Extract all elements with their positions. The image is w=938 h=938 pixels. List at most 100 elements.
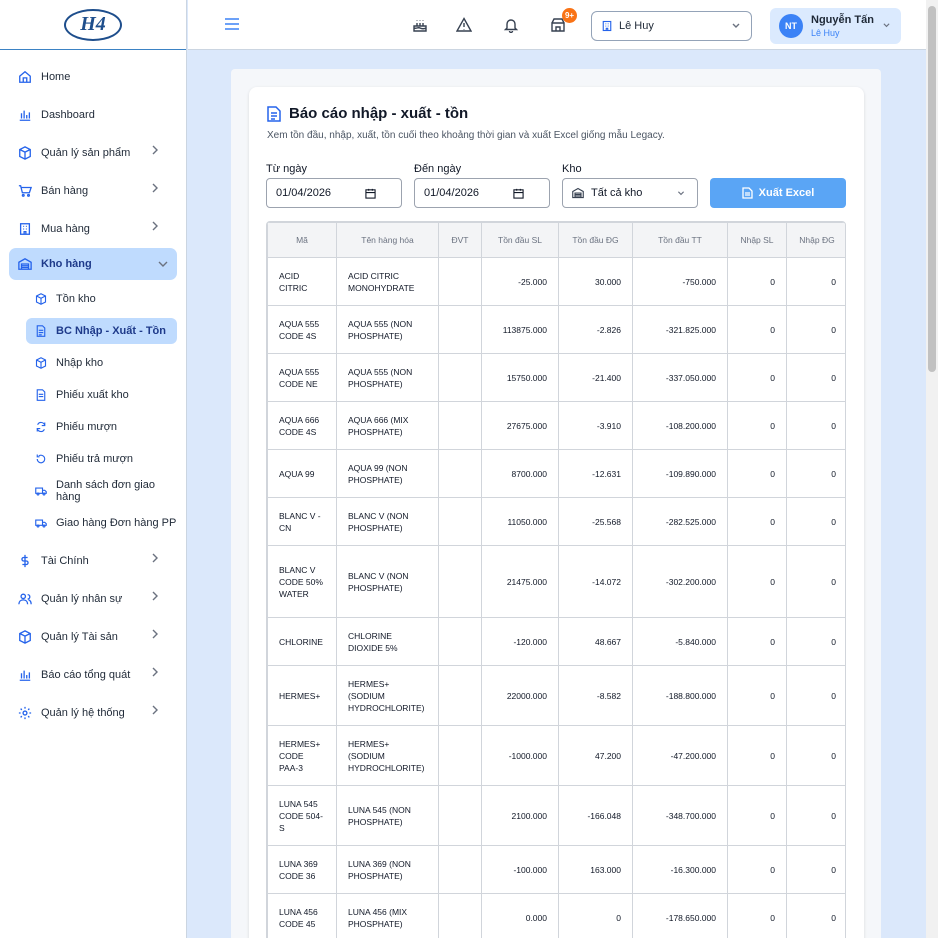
sidebar-item-home[interactable]: Home: [0, 58, 177, 96]
sidebar-item-products[interactable]: Quản lý sản phẩm: [0, 134, 177, 172]
export-excel-button[interactable]: Xuất Excel: [710, 178, 846, 208]
box-icon: [18, 630, 32, 644]
cake-icon[interactable]: [412, 17, 428, 33]
table-cell-ndg: 0: [786, 305, 845, 354]
table-row[interactable]: HERMES+ CODE PAA-3 HERMES+ (SODIUM HYDROC…: [267, 725, 845, 786]
table-row[interactable]: AQUA 555 CODE NE AQUA 555 (NON PHOSPHATE)…: [267, 353, 845, 402]
avatar: NT: [779, 14, 803, 38]
sidebar-subitem-label: Tồn kho: [56, 293, 96, 305]
home-icon: [18, 70, 32, 84]
user-branch: Lê Huy: [811, 28, 840, 38]
table-cell-dg: 0: [558, 893, 633, 938]
table-cell-dg: -2.826: [558, 305, 633, 354]
sidebar-subitem-label: Danh sách đơn giao hàng: [56, 479, 155, 503]
table-cell-ndg: 0: [786, 401, 845, 450]
table-row[interactable]: BLANC V - CN BLANC V (NON PHOSPHATE) 11050…: [267, 497, 845, 546]
sidebar-item-sales[interactable]: Bán hàng: [0, 172, 177, 210]
table-row[interactable]: ACID CITRIC ACID CITRIC MONOHYDRATE -25.00…: [267, 257, 845, 306]
sidebar-subitem-issue[interactable]: Phiếu xuất kho: [0, 379, 177, 411]
report-table-container[interactable]: Mã Tên hàng hóa ĐVT Tồn đầu SL Tồn đầu Đ…: [266, 221, 846, 938]
sidebar-subitem-inventory[interactable]: Tồn kho: [0, 283, 177, 315]
column-header[interactable]: Tồn đầu ĐG: [558, 222, 633, 258]
table-row[interactable]: LUNA 456 CODE 45 LUNA 456 (MIX PHOSPHATE)…: [267, 893, 845, 938]
table-cell-dvt: [438, 893, 482, 938]
sidebar-item-assets[interactable]: Quản lý Tài sản: [0, 618, 177, 656]
table-cell-ten: CHLORINE DIOXIDE 5%: [336, 617, 439, 666]
cube-icon: [35, 357, 47, 369]
truck-icon: [35, 485, 47, 497]
table-row[interactable]: AQUA 555 CODE 4S AQUA 555 (NON PHOSPHATE)…: [267, 305, 845, 354]
branch-select[interactable]: Lê Huy: [591, 11, 752, 41]
warehouse-select-value: Tất cả kho: [591, 187, 643, 199]
table-row[interactable]: LUNA 545 CODE 504-S LUNA 545 (NON PHOSPHA…: [267, 785, 845, 846]
warning-icon[interactable]: [456, 17, 472, 33]
topbar: 9+ Lê Huy NT Nguyễn Tấn Lê Huy: [188, 0, 926, 50]
table-cell-ten: BLANC V (NON PHOSPHATE): [336, 497, 439, 546]
sidebar-item-warehouse[interactable]: Kho hàng: [9, 248, 177, 280]
table-cell-ma: AQUA 99: [267, 449, 337, 498]
sidebar-subitem-nxt-report[interactable]: BC Nhập - Xuất - Tồn: [26, 318, 177, 344]
to-date-input[interactable]: 01/04/2026: [414, 178, 550, 208]
table-cell-ma: BLANC V - CN: [267, 497, 337, 546]
sidebar-subitem-delivery-list[interactable]: Danh sách đơn giao hàng: [0, 475, 177, 507]
sidebar-item-general-report[interactable]: Báo cáo tổng quát: [0, 656, 177, 694]
column-header[interactable]: Tên hàng hóa: [336, 222, 439, 258]
document-icon: [267, 105, 281, 122]
column-header[interactable]: Nhập ĐG: [786, 222, 845, 258]
table-cell-ten: AQUA 99 (NON PHOSPHATE): [336, 449, 439, 498]
table-row[interactable]: AQUA 99 AQUA 99 (NON PHOSPHATE) 8700.000 -1…: [267, 449, 845, 498]
page-subtitle: Xem tồn đầu, nhập, xuất, tồn cuối theo k…: [267, 130, 665, 141]
chevron-right-icon: [152, 591, 158, 601]
table-cell-sl: 21475.000: [481, 545, 559, 618]
table-cell-nsl: 0: [727, 845, 787, 894]
table-cell-ndg: 0: [786, 665, 845, 726]
sidebar-item-system[interactable]: Quản lý hệ thống: [0, 694, 177, 732]
table-cell-ma: AQUA 555 CODE NE: [267, 353, 337, 402]
table-cell-ten: BLANC V (NON PHOSPHATE): [336, 545, 439, 618]
table-row[interactable]: LUNA 369 CODE 36 LUNA 369 (NON PHOSPHATE)…: [267, 845, 845, 894]
table-cell-ndg: 0: [786, 257, 845, 306]
table-cell-dvt: [438, 497, 482, 546]
column-header[interactable]: Nhập SL: [727, 222, 787, 258]
table-cell-dg: -14.072: [558, 545, 633, 618]
bell-icon[interactable]: [503, 17, 519, 33]
menu-icon[interactable]: [224, 17, 240, 31]
table-row[interactable]: AQUA 666 CODE 4S AQUA 666 (MIX PHOSPHATE)…: [267, 401, 845, 450]
table-row[interactable]: BLANC V CODE 50% WATER BLANC V (NON PHOSP…: [267, 545, 845, 618]
from-date-input[interactable]: 01/04/2026: [266, 178, 402, 208]
table-cell-dvt: [438, 257, 482, 306]
column-header[interactable]: Tồn đầu TT: [632, 222, 728, 258]
sidebar-item-label: Quản lý nhân sự: [41, 593, 123, 605]
column-header[interactable]: Mã: [267, 222, 337, 258]
column-header[interactable]: Tồn đầu SL: [481, 222, 559, 258]
table-cell-sl: 0.000: [481, 893, 559, 938]
sidebar-subitem-return[interactable]: Phiếu trả mượn: [0, 443, 177, 475]
chevron-right-icon: [152, 667, 158, 677]
column-header[interactable]: ĐVT: [438, 222, 482, 258]
table-cell-ndg: 0: [786, 497, 845, 546]
sidebar-item-dashboard[interactable]: Dashboard: [0, 96, 177, 134]
table-cell-sl: 22000.000: [481, 665, 559, 726]
sidebar-subitem-label: BC Nhập - Xuất - Tồn: [56, 325, 166, 337]
sidebar-item-finance[interactable]: Tài Chính: [0, 542, 177, 580]
branch-select-value: Lê Huy: [619, 20, 654, 32]
sidebar-item-label: Kho hàng: [41, 258, 92, 270]
sidebar-subitem-receipt[interactable]: Nhập kho: [0, 347, 177, 379]
user-menu[interactable]: NT Nguyễn Tấn Lê Huy: [770, 8, 901, 44]
bar-chart-icon: [18, 108, 32, 122]
warehouse-select[interactable]: Tất cả kho: [562, 178, 698, 208]
table-row[interactable]: HERMES+ HERMES+ (SODIUM HYDROCHLORITE) 220…: [267, 665, 845, 726]
sidebar-item-hr[interactable]: Quản lý nhân sự: [0, 580, 177, 618]
sidebar-item-purchasing[interactable]: Mua hàng: [0, 210, 177, 248]
dollar-icon: [18, 554, 32, 568]
scrollbar-thumb[interactable]: [928, 6, 936, 372]
sidebar-item-label: Bán hàng: [41, 185, 89, 197]
calendar-icon[interactable]: [365, 188, 376, 199]
sidebar-subitem-pp-delivery[interactable]: Giao hàng Đơn hàng PP: [0, 507, 177, 539]
table-row[interactable]: CHLORINE CHLORINE DIOXIDE 5% -120.000 48.66…: [267, 617, 845, 666]
table-cell-sl: 11050.000: [481, 497, 559, 546]
calendar-icon[interactable]: [513, 188, 524, 199]
truck-icon: [35, 517, 47, 529]
company-logo[interactable]: H4: [64, 8, 122, 41]
sidebar-subitem-borrow[interactable]: Phiếu mượn: [0, 411, 177, 443]
